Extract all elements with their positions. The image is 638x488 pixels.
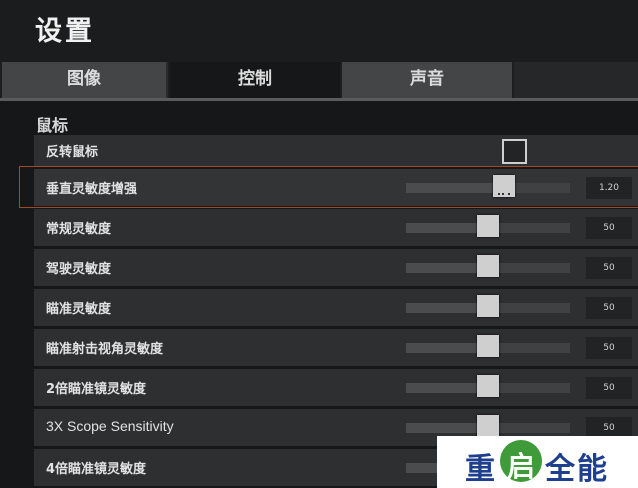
- slider-fill: [406, 303, 488, 313]
- slider-track[interactable]: [406, 335, 570, 357]
- watermark-text-pre: 重: [465, 452, 495, 487]
- slider-value-box[interactable]: 50: [586, 217, 632, 239]
- setting-row-invert-mouse[interactable]: 反转鼠标: [34, 135, 638, 166]
- setting-label: 驾驶灵敏度: [46, 262, 112, 277]
- watermark-text-mid: 启: [506, 450, 535, 483]
- setting-label: 3X Scope Sensitivity: [46, 418, 174, 434]
- slider-value-box[interactable]: 50: [586, 377, 632, 399]
- slider-fill: [406, 383, 488, 393]
- slider-track[interactable]: [406, 415, 570, 437]
- slider-value-box[interactable]: 50: [586, 257, 632, 279]
- slider-value-box[interactable]: 50: [586, 297, 632, 319]
- page-title: 设置: [35, 16, 95, 47]
- tab-sound[interactable]: 声音: [342, 62, 512, 100]
- setting-row-scope-2x-sensitivity[interactable]: 2倍瞄准镜灵敏度 50: [34, 369, 638, 406]
- setting-label: 4倍瞄准镜灵敏度: [46, 462, 147, 477]
- slider-thumb[interactable]: [477, 335, 499, 357]
- setting-row-general-sensitivity[interactable]: 常规灵敏度 50: [34, 209, 638, 246]
- slider-fill: [406, 263, 488, 273]
- setting-label: 2倍瞄准镜灵敏度: [46, 382, 147, 397]
- slider-track[interactable]: [406, 295, 570, 317]
- section-title-mouse: 鼠标: [36, 116, 69, 135]
- setting-row-aim-sensitivity[interactable]: 瞄准灵敏度 50: [34, 289, 638, 326]
- watermark-text-post: 全能: [545, 452, 609, 487]
- setting-label: 瞄准灵敏度: [46, 302, 112, 317]
- slider-thumb[interactable]: [477, 375, 499, 397]
- setting-label: 常规灵敏度: [46, 222, 112, 237]
- setting-label: 反转鼠标: [46, 145, 99, 160]
- slider-thumb[interactable]: [477, 255, 499, 277]
- slider-thumb[interactable]: [477, 295, 499, 317]
- settings-header: 设置: [0, 0, 638, 62]
- tab-controls[interactable]: 控制: [170, 62, 340, 100]
- setting-label: 瞄准射击视角灵敏度: [46, 342, 164, 357]
- tab-bar: 图像 控制 声音: [0, 62, 638, 100]
- slider-track[interactable]: [406, 215, 570, 237]
- slider-value-box[interactable]: 50: [586, 337, 632, 359]
- slider-track[interactable]: [406, 375, 570, 397]
- tab-extra[interactable]: [514, 62, 638, 100]
- tab-graphics[interactable]: 图像: [2, 62, 168, 100]
- watermark-logo: 重 启 全能: [437, 436, 638, 488]
- slider-thumb[interactable]: [477, 215, 499, 237]
- slider-fill: [406, 343, 488, 353]
- invert-mouse-checkbox[interactable]: [502, 139, 527, 164]
- slider-track[interactable]: [406, 255, 570, 277]
- slider-thumb[interactable]: [477, 415, 499, 437]
- watermark-circle: 启: [500, 440, 542, 483]
- tab-divider: [0, 98, 638, 101]
- setting-row-vehicle-sensitivity[interactable]: 驾驶灵敏度 50: [34, 249, 638, 286]
- slider-fill: [406, 223, 488, 233]
- slider-fill: [406, 423, 488, 433]
- setting-row-ads-sensitivity[interactable]: 瞄准射击视角灵敏度 50: [34, 329, 638, 366]
- selection-highlight-frame: [19, 166, 638, 208]
